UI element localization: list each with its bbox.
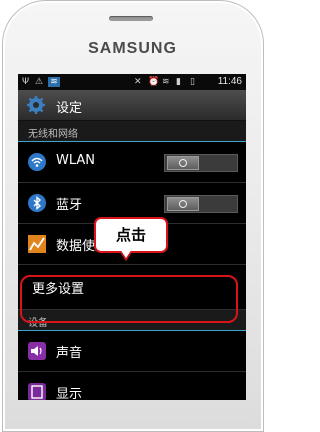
annotation-callout: 点击: [94, 217, 168, 253]
warning-icon: ⚠: [35, 77, 44, 87]
earpiece-speaker: [109, 16, 153, 21]
battery-icon: ▯: [190, 77, 195, 87]
display-icon: [28, 383, 46, 400]
bluetooth-toggle[interactable]: [164, 195, 238, 213]
status-bar: Ψ ⚠ ≋ ✕ ⏰ ≋ ▮ ▯ 11:46: [18, 74, 246, 90]
settings-item-label: WLAN: [56, 153, 96, 168]
title-bar: 设定: [18, 90, 246, 121]
settings-item-label: 声音: [56, 346, 83, 361]
toggle-knob: [167, 197, 199, 211]
chart-icon: [28, 235, 46, 253]
settings-item-label: 显示: [56, 387, 83, 400]
phone-frame: SAMSUNG Ψ ⚠ ≋ ✕ ⏰ ≋ ▮ ▯ 11:46 设定 无线和网络 W…: [0, 0, 265, 432]
settings-item-sound[interactable]: 声音: [18, 331, 246, 372]
alarm-icon: ⏰: [148, 77, 160, 87]
toggle-knob: [167, 156, 199, 170]
cell-signal-icon: ▮: [176, 77, 181, 87]
speaker-icon: [28, 342, 46, 360]
wifi-signal-icon: ≋: [162, 77, 170, 87]
wifi-icon: [28, 153, 46, 171]
settings-item-wlan[interactable]: WLAN: [18, 142, 246, 183]
settings-item-display[interactable]: 显示: [18, 372, 246, 400]
annotation-callout-tail-inner: [120, 249, 132, 258]
section-header-wireless: 无线和网络: [18, 121, 246, 142]
settings-item-label: 蓝牙: [56, 198, 83, 213]
wlan-toggle[interactable]: [164, 154, 238, 172]
brand-logo: SAMSUNG: [88, 40, 177, 57]
wifi-status-icon: ≋: [48, 77, 60, 87]
bluetooth-icon: [28, 194, 46, 212]
gear-icon: [27, 96, 45, 114]
page-title: 设定: [56, 101, 83, 116]
annotation-highlight-box: [20, 275, 238, 323]
status-time: 11:46: [217, 76, 242, 87]
mute-icon: ✕: [134, 77, 142, 87]
usb-icon: Ψ: [22, 77, 30, 87]
